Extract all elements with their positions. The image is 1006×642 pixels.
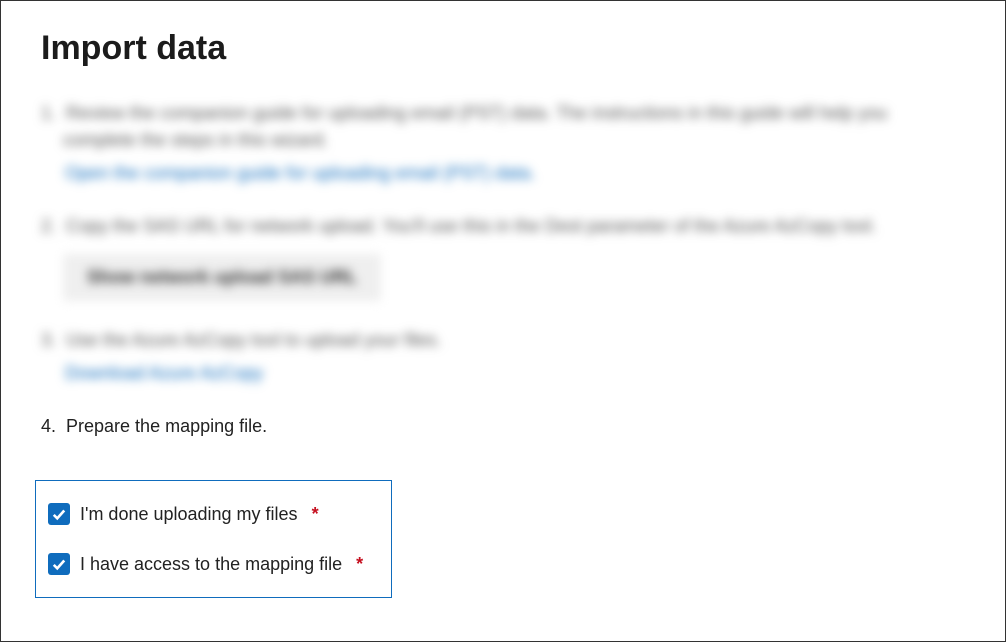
done-uploading-checkbox[interactable] — [48, 503, 70, 525]
step-2-num: 2. — [41, 213, 61, 240]
checkbox-region: I'm done uploading my files * I have acc… — [35, 480, 392, 598]
step-3-num: 3. — [41, 327, 61, 354]
step-3-link[interactable]: Download Azure AzCopy — [65, 360, 263, 387]
steps-list: 1. Review the companion guide for upload… — [41, 100, 965, 440]
step-4: 4. Prepare the mapping file. — [63, 413, 965, 440]
step-2-text: Copy the SAS URL for network upload. You… — [66, 216, 876, 236]
step-1-text: Review the companion guide for uploading… — [63, 103, 887, 150]
done-uploading-row: I'm done uploading my files * — [48, 495, 363, 533]
show-sas-url-button[interactable]: Show network upload SAS URL — [63, 254, 381, 301]
done-uploading-label: I'm done uploading my files — [80, 504, 298, 525]
step-4-text: Prepare the mapping file. — [66, 416, 267, 436]
step-1-link[interactable]: Open the companion guide for uploading e… — [65, 160, 535, 187]
check-icon — [52, 557, 66, 571]
step-2: 2. Copy the SAS URL for network upload. … — [63, 213, 965, 301]
mapping-access-checkbox[interactable] — [48, 553, 70, 575]
step-1: 1. Review the companion guide for upload… — [63, 100, 965, 187]
mapping-access-label: I have access to the mapping file — [80, 554, 342, 575]
page-title: Import data — [41, 29, 965, 68]
check-icon — [52, 507, 66, 521]
step-1-num: 1. — [41, 100, 61, 127]
step-4-num: 4. — [41, 413, 61, 440]
required-indicator: * — [356, 554, 363, 575]
mapping-access-row: I have access to the mapping file * — [48, 545, 363, 583]
step-3: 3. Use the Azure AzCopy tool to upload y… — [63, 327, 965, 387]
step-3-text: Use the Azure AzCopy tool to upload your… — [66, 330, 441, 350]
required-indicator: * — [312, 504, 319, 525]
